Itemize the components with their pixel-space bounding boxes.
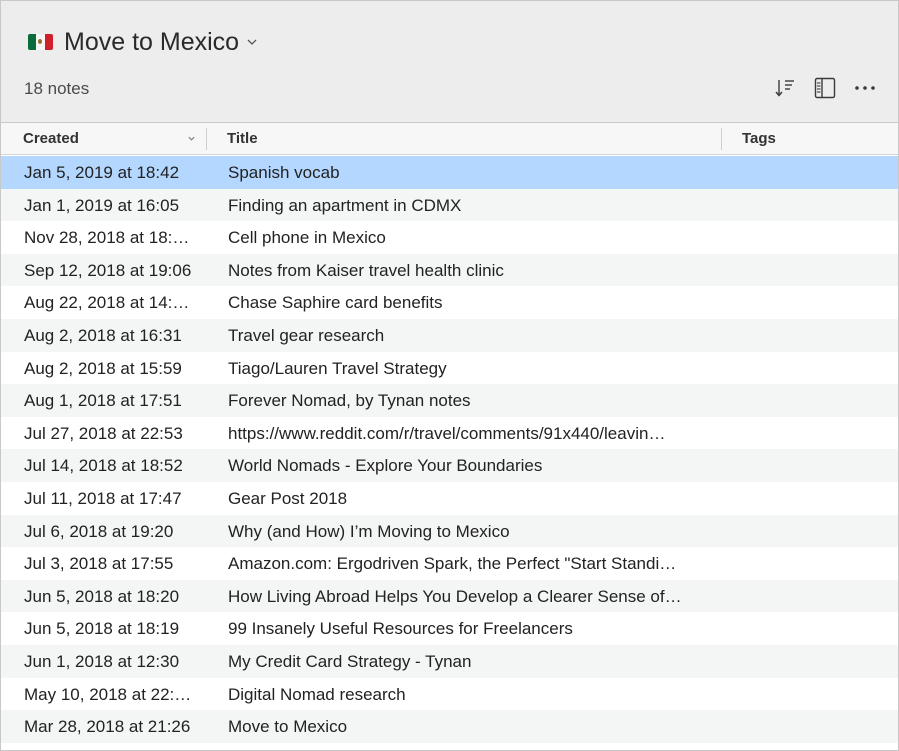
note-title: My Credit Card Strategy - Tynan	[228, 651, 472, 671]
note-row[interactable]: Jul 14, 2018 at 18:52 World Nomads - Expl…	[1, 449, 898, 482]
note-created-date: Jul 3, 2018 at 17:55	[24, 554, 174, 574]
note-row[interactable]: Jan 5, 2019 at 18:42 Spanish vocab	[1, 156, 898, 189]
note-tags	[742, 221, 892, 254]
note-row[interactable]: Aug 22, 2018 at 14:… Chase Saphire card b…	[1, 286, 898, 319]
note-tags	[742, 417, 892, 450]
note-created-date: Jun 1, 2018 at 12:30	[24, 651, 180, 671]
chevron-down-icon	[188, 136, 195, 141]
note-list: Jan 5, 2019 at 18:42 Spanish vocab Jan 1, …	[1, 156, 898, 743]
note-row[interactable]: Jun 5, 2018 at 18:20 How Living Abroad He…	[1, 579, 898, 613]
note-row[interactable]: Jul 6, 2018 at 19:20 Why (and How) I’m Mo…	[1, 514, 898, 548]
notebook-header: Move to Mexico 18 notes	[1, 1, 898, 123]
note-tags	[742, 384, 892, 417]
note-tags	[742, 352, 892, 385]
toolbar	[772, 75, 878, 101]
note-title: Digital Nomad research	[228, 684, 406, 704]
sort-icon	[775, 80, 794, 97]
note-created-date: Jan 5, 2019 at 18:42	[24, 163, 180, 182]
note-title: Why (and How) I’m Moving to Mexico	[228, 521, 510, 541]
note-tags	[742, 449, 892, 482]
note-title: Forever Nomad, by Tynan notes	[228, 391, 471, 411]
note-row[interactable]: Jun 1, 2018 at 12:30 My Credit Card Strat…	[1, 644, 898, 678]
note-row[interactable]: Jan 1, 2019 at 16:05 Finding an apartment…	[1, 188, 898, 222]
note-row[interactable]: Nov 28, 2018 at 18:… Cell phone in Mexico	[1, 221, 898, 254]
note-list-panel: Move to Mexico 18 notes Created Title Ta…	[0, 0, 899, 751]
note-title: Amazon.com: Ergodriven Spark, the Perfec…	[228, 554, 677, 574]
sort-button[interactable]	[772, 75, 798, 101]
column-header-title[interactable]: Title	[207, 123, 721, 154]
note-created-date: Jul 11, 2018 at 17:47	[24, 488, 182, 508]
note-tags	[742, 710, 892, 743]
note-title: Chase Saphire card benefits	[228, 293, 443, 313]
note-created-date: Nov 28, 2018 at 18:…	[24, 228, 190, 248]
column-header-tags[interactable]: Tags	[722, 123, 898, 154]
column-header-created-label: Created	[23, 130, 79, 147]
note-row[interactable]: Mar 28, 2018 at 21:26 Move to Mexico	[1, 710, 898, 743]
note-title: Finding an apartment in CDMX	[228, 195, 462, 215]
note-created-date: Jul 6, 2018 at 19:20	[24, 521, 174, 541]
note-count: 18 notes	[24, 79, 90, 98]
note-tags	[742, 189, 892, 222]
note-title: Spanish vocab	[228, 163, 340, 182]
note-created-date: Mar 28, 2018 at 21:26	[24, 717, 191, 737]
column-header-created[interactable]: Created	[1, 123, 206, 154]
note-row[interactable]: Jul 11, 2018 at 17:47 Gear Post 2018	[1, 482, 898, 515]
note-tags	[742, 482, 892, 515]
note-title: https://www.reddit.com/r/travel/comments…	[228, 423, 666, 443]
note-created-date: Aug 1, 2018 at 17:51	[24, 391, 182, 411]
note-title: Move to Mexico	[228, 717, 348, 737]
note-title: How Living Abroad Helps You Develop a Cl…	[228, 586, 682, 606]
note-created-date: Sep 12, 2018 at 19:06	[24, 260, 192, 280]
note-row[interactable]: Aug 2, 2018 at 16:31 Travel gear research	[1, 318, 898, 352]
note-created-date: Jun 5, 2018 at 18:20	[24, 586, 180, 606]
note-tags	[742, 678, 892, 711]
note-row[interactable]: Aug 1, 2018 at 17:51 Forever Nomad, by Ty…	[1, 384, 898, 417]
note-created-date: May 10, 2018 at 22:…	[24, 684, 192, 704]
note-row[interactable]: Jul 3, 2018 at 17:55 Amazon.com: Ergodriv…	[1, 547, 898, 580]
note-title: Notes from Kaiser travel health clinic	[228, 260, 504, 280]
note-title: 99 Insanely Useful Resources for Freelan…	[228, 619, 573, 639]
note-tags	[742, 286, 892, 319]
note-tags	[742, 254, 892, 287]
note-row[interactable]: Sep 12, 2018 at 19:06 Notes from Kaiser t…	[1, 253, 898, 287]
note-created-date: Jun 5, 2018 at 18:19	[24, 619, 180, 639]
note-created-date: Aug 2, 2018 at 15:59	[24, 358, 182, 378]
note-created-date: Jul 14, 2018 at 18:52	[24, 456, 183, 476]
column-header-row: Created Title Tags	[1, 123, 898, 155]
column-header-title-label: Title	[227, 130, 258, 147]
note-tags	[742, 515, 892, 548]
more-options-icon	[855, 86, 875, 90]
note-created-date: Aug 22, 2018 at 14:…	[24, 293, 190, 313]
note-row[interactable]: Jul 27, 2018 at 22:53 https://www.reddit.…	[1, 417, 898, 450]
note-title: Travel gear research	[228, 325, 385, 345]
note-tags	[742, 547, 892, 580]
note-tags	[742, 580, 892, 613]
view-layout-icon	[814, 77, 836, 99]
column-header-tags-label: Tags	[742, 130, 776, 147]
note-created-date: Aug 2, 2018 at 16:31	[24, 325, 182, 345]
note-title: Tiago/Lauren Travel Strategy	[228, 358, 447, 378]
note-tags	[742, 319, 892, 352]
note-title: Gear Post 2018	[228, 488, 348, 508]
note-created-date: Jul 27, 2018 at 22:53	[24, 423, 183, 443]
notebook-title: Move to Mexico	[64, 27, 240, 56]
note-created-date: Jan 1, 2019 at 16:05	[24, 195, 180, 215]
more-options-button[interactable]	[852, 75, 878, 101]
note-row[interactable]: May 10, 2018 at 22:… Digital Nomad resear…	[1, 678, 898, 711]
note-row[interactable]: Aug 2, 2018 at 15:59 Tiago/Lauren Travel …	[1, 352, 898, 385]
mexico-flag-icon	[28, 34, 53, 50]
note-tags	[742, 645, 892, 678]
view-layout-button[interactable]	[812, 75, 838, 101]
note-tags	[742, 612, 892, 645]
notebook-title-menu[interactable]: Move to Mexico	[28, 25, 257, 59]
note-title: Cell phone in Mexico	[228, 228, 386, 248]
note-tags	[742, 156, 892, 189]
chevron-down-icon	[247, 39, 257, 45]
note-title: World Nomads - Explore Your Boundaries	[228, 456, 543, 476]
note-row[interactable]: Jun 5, 2018 at 18:19 99 Insanely Useful R…	[1, 612, 898, 645]
